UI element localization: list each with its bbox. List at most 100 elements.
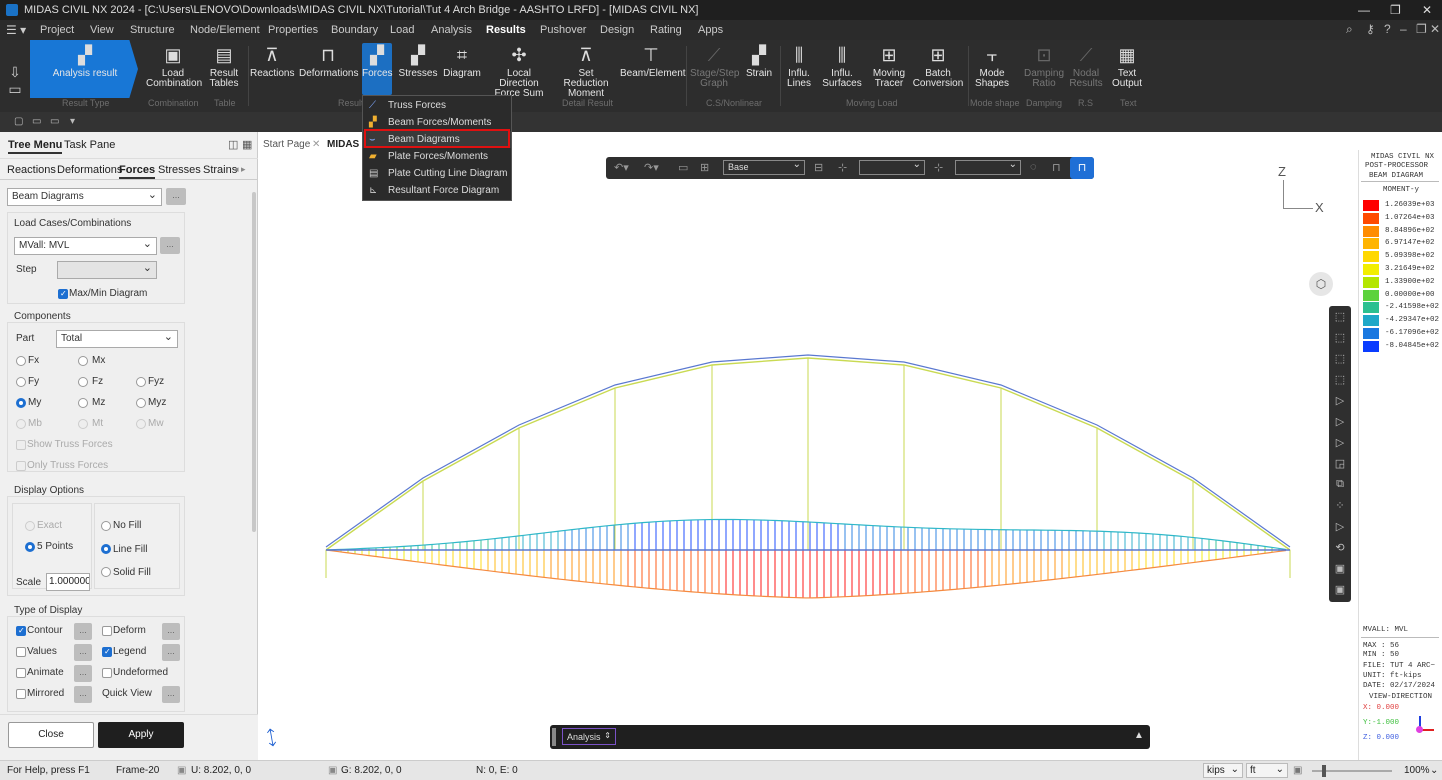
radio-mw[interactable]	[136, 419, 146, 429]
analysis-bar-grip[interactable]	[552, 728, 556, 746]
doc-minimize-icon[interactable]: –	[1400, 22, 1407, 36]
radio-mz[interactable]	[78, 398, 88, 408]
contour-options-button[interactable]: ...	[74, 623, 92, 640]
tab-tree-menu[interactable]: Tree Menu	[8, 139, 63, 154]
view-cube-icon[interactable]: ⬡	[1309, 272, 1333, 296]
save-icon[interactable]: ▭	[50, 116, 59, 127]
batch-conversion-button[interactable]: ⊞ Batch Conversion	[912, 44, 964, 89]
menu-boundary[interactable]: Boundary	[331, 24, 378, 36]
search-icon[interactable]: ⌕	[1346, 22, 1353, 37]
force-unit-select[interactable]: kips ⌄	[1203, 763, 1243, 778]
load-combination-button[interactable]: ▣ Load Combination	[146, 44, 202, 89]
layer-icon[interactable]: ⊞	[700, 161, 709, 174]
result-type-select[interactable]: Beam Diagrams	[7, 188, 162, 206]
radio-mt[interactable]	[78, 419, 88, 429]
quick-view-button[interactable]: ...	[162, 686, 180, 703]
animate-checkbox[interactable]	[16, 668, 26, 678]
menu-load[interactable]: Load	[390, 24, 414, 36]
mirrored-checkbox[interactable]	[16, 689, 26, 699]
radio-exact[interactable]	[25, 521, 35, 531]
radio-fz[interactable]	[78, 377, 88, 387]
deform-options-button[interactable]: ...	[162, 623, 180, 640]
panel-grid-icon[interactable]: ▦	[242, 138, 252, 151]
tab-close-icon[interactable]: ✕	[312, 139, 320, 150]
minimize-icon[interactable]: —	[1358, 3, 1370, 17]
subtab-forces[interactable]: Forces	[119, 164, 156, 179]
animate-options-button[interactable]: ...	[74, 665, 92, 682]
rotate-icon[interactable]: ⟲	[1332, 541, 1348, 557]
radio-fy[interactable]	[16, 377, 26, 387]
legend-checkbox[interactable]	[102, 647, 112, 657]
radio-solid-fill[interactable]	[101, 567, 111, 577]
unlock-icon[interactable]: ⊓	[1070, 157, 1094, 179]
tab-start-page[interactable]: Start Page	[263, 139, 310, 150]
open-folder-icon[interactable]: ▭	[32, 116, 41, 127]
unit-settings-icon[interactable]: ▣	[1293, 765, 1302, 776]
zoom-dropdown-icon[interactable]: ⌄	[1430, 765, 1438, 776]
zoom-slider-thumb[interactable]	[1322, 765, 1326, 777]
redo-icon[interactable]: ↷▾	[644, 161, 659, 174]
lock-icon[interactable]: ⊓	[1052, 161, 1061, 174]
reactions-button[interactable]: ⊼ Reactions	[250, 44, 294, 79]
scroll-tabs-icon[interactable]: ◂ ▸	[234, 164, 246, 175]
menu-resultant-force[interactable]: ⊾ Resultant Force Diagram	[363, 182, 511, 199]
load-case-options-button[interactable]: ...	[160, 237, 180, 254]
radio-line-fill[interactable]	[101, 544, 111, 554]
text-output-button[interactable]: ▦ Text Output	[1108, 44, 1146, 89]
deform-checkbox[interactable]	[102, 626, 112, 636]
help-icon[interactable]: ?	[1384, 22, 1391, 36]
load-case-select[interactable]: MVall: MVL	[14, 237, 157, 255]
radio-my[interactable]	[16, 398, 26, 408]
moving-tracer-button[interactable]: ⊞ Moving Tracer	[868, 44, 910, 89]
nodal-results-button[interactable]: ⟋ Nodal Results	[1066, 44, 1106, 89]
menu-pushover[interactable]: Pushover	[540, 24, 586, 36]
stresses-button[interactable]: ▞ Stresses	[398, 44, 438, 79]
maximize-icon[interactable]: ❐	[1390, 3, 1401, 17]
close-icon[interactable]: ✕	[1422, 3, 1432, 17]
mode-shapes-button[interactable]: ⫟ Mode Shapes	[970, 44, 1014, 89]
copy-view-icon[interactable]: ▭	[678, 161, 688, 174]
values-options-button[interactable]: ...	[74, 644, 92, 661]
panel-layout-icon[interactable]: ◫	[228, 138, 238, 151]
hamburger-menu-icon[interactable]: ☰ ▾	[6, 23, 26, 37]
menu-design[interactable]: Design	[600, 24, 634, 36]
key-icon[interactable]: ⚷	[1366, 22, 1375, 36]
base-select[interactable]: Base	[723, 159, 805, 175]
radio-no-fill[interactable]	[101, 521, 111, 531]
forces-button[interactable]: ▞ Forces	[362, 44, 393, 79]
customize-icon[interactable]: ▾	[70, 116, 75, 127]
legend-options-button[interactable]: ...	[162, 644, 180, 661]
undo-icon[interactable]: ↶▾	[614, 161, 629, 174]
monitor-icon[interactable]: ▣	[1332, 583, 1348, 599]
menu-analysis[interactable]: Analysis	[431, 24, 472, 36]
scale-input[interactable]: 1.000000	[46, 573, 90, 591]
beam-element-button[interactable]: ⊤ Beam/Element	[620, 44, 686, 79]
set-reduction-button[interactable]: ⊼ Set Reduction Moment	[555, 44, 617, 99]
menu-apps[interactable]: Apps	[698, 24, 723, 36]
radio-fx[interactable]	[16, 356, 26, 366]
radio-fyz[interactable]	[136, 377, 146, 387]
tab-task-pane[interactable]: Task Pane	[64, 139, 115, 151]
subtab-deformations[interactable]: Deformations	[57, 164, 122, 176]
menu-properties[interactable]: Properties	[268, 24, 318, 36]
apply-button[interactable]: Apply	[98, 722, 184, 748]
menu-rating[interactable]: Rating	[650, 24, 682, 36]
show-truss-checkbox[interactable]	[16, 440, 26, 450]
display-icon[interactable]: ▣	[1332, 562, 1348, 578]
close-button[interactable]: Close	[8, 722, 94, 748]
doc-restore-icon[interactable]: ❐	[1416, 22, 1427, 36]
menu-truss-forces[interactable]: ⟋ Truss Forces	[363, 97, 511, 114]
select-plane-icon[interactable]: ⬚	[1332, 373, 1348, 389]
filter-icon[interactable]: ⊟	[814, 161, 823, 174]
select-polygon-icon[interactable]: ⬚	[1332, 331, 1348, 347]
menu-view[interactable]: View	[90, 24, 114, 36]
pointer-alt-icon[interactable]: ▷	[1332, 415, 1348, 431]
expand-up-icon[interactable]: ▲	[1134, 730, 1144, 741]
local-direction-button[interactable]: ✣ Local Direction Force Sum	[486, 44, 552, 99]
menu-structure[interactable]: Structure	[130, 24, 175, 36]
strain-button[interactable]: ▞ Strain	[742, 44, 776, 79]
mirrored-options-button[interactable]: ...	[74, 686, 92, 703]
pointer-element-icon[interactable]: ▷	[1332, 520, 1348, 536]
part-select[interactable]: Total	[56, 330, 178, 348]
undeformed-checkbox[interactable]	[102, 668, 112, 678]
